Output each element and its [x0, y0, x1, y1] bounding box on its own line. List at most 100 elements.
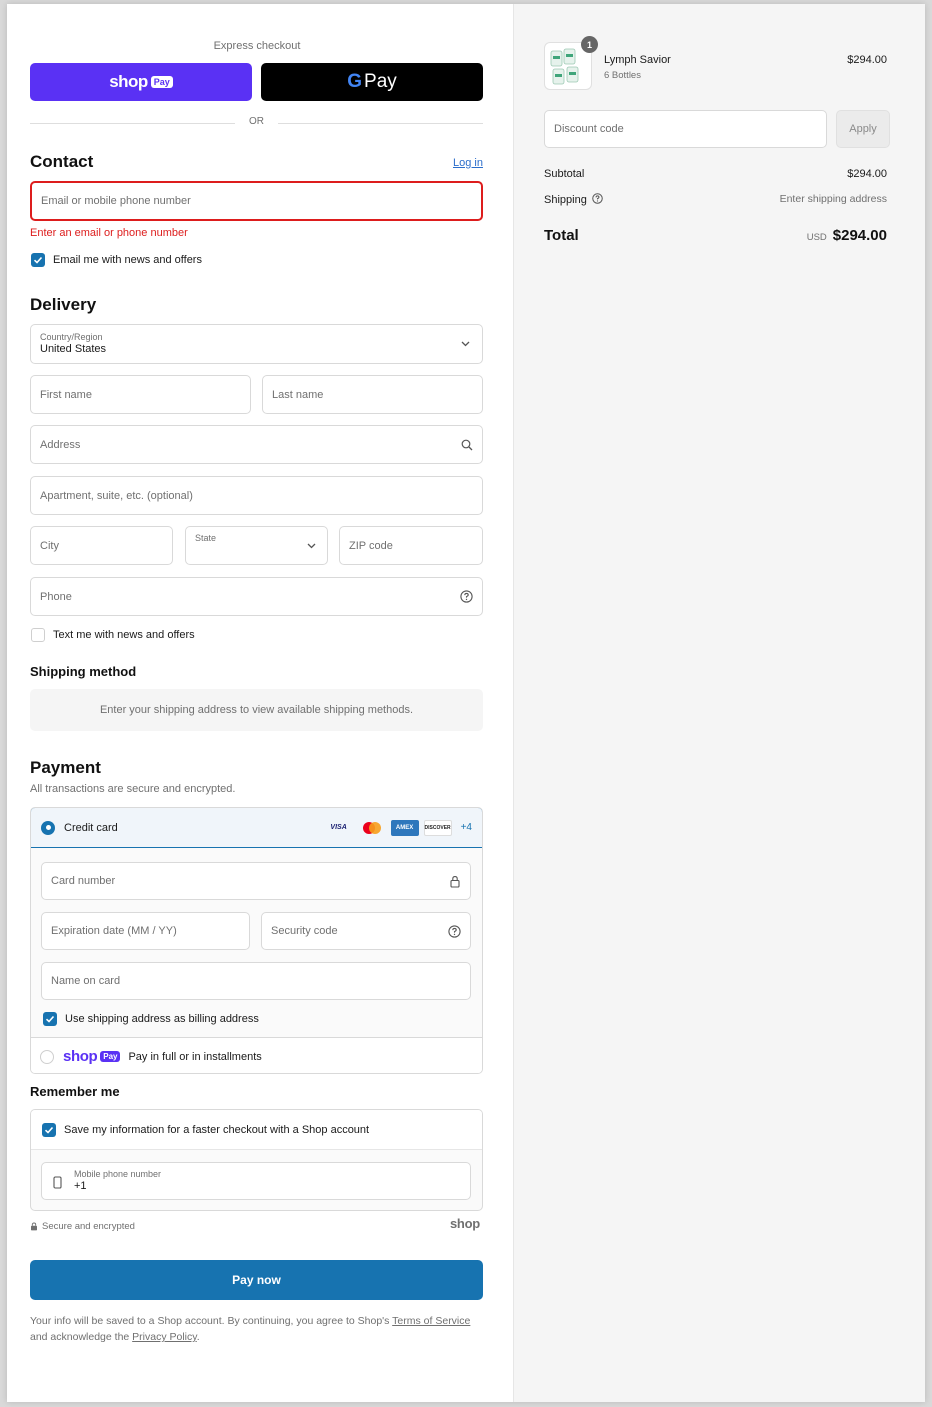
remember-me-heading: Remember me — [30, 1084, 120, 1099]
secure-label: Secure and encrypted — [42, 1221, 135, 1232]
text-offers-row[interactable]: Text me with news and offers — [31, 628, 195, 642]
shipping-row-label: Shipping — [544, 193, 603, 207]
first-name-placeholder: First name — [40, 388, 92, 401]
quantity-badge: 1 — [581, 36, 598, 53]
terms-of-service-link[interactable]: Terms of Service — [392, 1315, 470, 1327]
help-circle-icon[interactable] — [592, 193, 603, 207]
country-label: Country/Region — [40, 332, 103, 342]
checkout-form: Express checkout shop Pay G Pay OR Conta… — [7, 4, 513, 1402]
city-input[interactable]: City — [30, 526, 173, 565]
help-circle-icon[interactable] — [448, 924, 461, 938]
last-name-input[interactable]: Last name — [262, 375, 483, 414]
express-checkout-title: Express checkout — [213, 40, 301, 52]
shipping-label: Shipping — [544, 194, 587, 206]
save-info-checkbox[interactable] — [42, 1122, 56, 1137]
apply-discount-button[interactable]: Apply — [836, 110, 890, 148]
shop-pay-pill: Pay — [100, 1051, 121, 1062]
privacy-policy-link[interactable]: Privacy Policy — [132, 1331, 197, 1343]
email-newsletter-label: Email me with news and offers — [53, 254, 202, 266]
discount-code-placeholder: Discount code — [554, 123, 624, 135]
chevron-down-icon — [307, 543, 316, 549]
billing-same-checkbox[interactable] — [43, 1012, 57, 1026]
email-placeholder: Email or mobile phone number — [41, 195, 191, 207]
text-offers-label: Text me with news and offers — [53, 629, 195, 641]
first-name-input[interactable]: First name — [30, 375, 251, 414]
card-brands: VISA AMEX DISCOVER +4 — [325, 819, 472, 836]
billing-same-label: Use shipping address as billing address — [65, 1013, 259, 1025]
remember-me-box: Save my information for a faster checkou… — [30, 1109, 483, 1211]
email-newsletter-row[interactable]: Email me with news and offers — [31, 253, 202, 267]
discount-code-input[interactable]: Discount code — [544, 110, 827, 148]
shop-pay-button[interactable]: shop Pay — [30, 63, 252, 101]
shop-pay-radio[interactable] — [40, 1049, 54, 1064]
credit-card-label: Credit card — [64, 821, 118, 834]
search-icon[interactable] — [461, 439, 473, 451]
checkout-page: Express checkout shop Pay G Pay OR Conta… — [7, 4, 925, 1402]
help-circle-icon[interactable] — [460, 590, 473, 603]
expiration-input[interactable]: Expiration date (MM / YY) — [41, 912, 250, 950]
shop-pay-option[interactable]: shop Pay Pay in full or in installments — [31, 1037, 482, 1073]
security-code-input[interactable]: Security code — [261, 912, 471, 950]
card-number-placeholder: Card number — [51, 875, 116, 887]
credit-card-radio[interactable] — [41, 820, 55, 835]
shop-logo: shop — [450, 1216, 480, 1231]
shipping-value: Enter shipping address — [779, 193, 887, 205]
security-code-placeholder: Security code — [271, 925, 338, 937]
payment-subtitle: All transactions are secure and encrypte… — [30, 783, 236, 795]
card-number-input[interactable]: Card number — [41, 862, 471, 900]
subtotal-value: $294.00 — [847, 168, 887, 180]
more-brands-count: +4 — [460, 822, 472, 833]
mobile-phone-input[interactable]: Mobile phone number +1 — [41, 1162, 471, 1200]
last-name-placeholder: Last name — [272, 388, 324, 401]
lock-icon — [449, 875, 461, 888]
save-info-row[interactable]: Save my information for a faster checkou… — [31, 1110, 482, 1150]
mobile-phone-value: +1 — [74, 1180, 87, 1192]
discover-icon: DISCOVER — [423, 819, 452, 836]
name-on-card-input[interactable]: Name on card — [41, 962, 471, 1000]
contact-heading: Contact — [30, 152, 94, 171]
zip-placeholder: ZIP code — [349, 539, 393, 552]
country-select[interactable]: Country/Region United States — [30, 324, 483, 364]
legal-text: and acknowledge the — [30, 1331, 133, 1343]
email-input[interactable]: Email or mobile phone number — [30, 181, 483, 221]
shipping-method-info: Enter your shipping address to view avai… — [30, 689, 483, 731]
product-name: Lymph Savior — [604, 54, 671, 66]
amex-icon: AMEX — [390, 819, 419, 836]
chevron-down-icon — [461, 341, 470, 347]
payment-heading: Payment — [30, 758, 101, 777]
check-icon — [45, 1015, 55, 1023]
mobile-phone-icon — [53, 1176, 62, 1189]
shop-pay-pill: Pay — [150, 76, 173, 88]
expiration-placeholder: Expiration date (MM / YY) — [51, 925, 177, 937]
address-input[interactable]: Address — [30, 425, 483, 464]
phone-input[interactable]: Phone — [30, 577, 483, 616]
product-variant: 6 Bottles — [604, 70, 641, 81]
lock-icon — [31, 1222, 37, 1231]
legal-text: Your info will be saved to a Shop accoun… — [30, 1315, 393, 1327]
legal-text: . — [196, 1331, 200, 1343]
login-link[interactable]: Log in — [453, 157, 483, 169]
shipping-method-heading: Shipping method — [30, 664, 137, 679]
total-amount: USD $294.00 — [807, 227, 887, 244]
city-placeholder: City — [40, 539, 59, 552]
billing-same-row[interactable]: Use shipping address as billing address — [43, 1012, 259, 1026]
total-value: $294.00 — [832, 227, 887, 244]
mastercard-icon — [358, 820, 386, 836]
mobile-phone-label: Mobile phone number — [74, 1169, 162, 1179]
save-info-label: Save my information for a faster checkou… — [64, 1123, 370, 1136]
credit-card-option[interactable]: Credit card VISA AMEX DISCOVER +4 — [31, 808, 482, 848]
email-newsletter-checkbox[interactable] — [31, 253, 45, 267]
state-select[interactable]: State — [185, 526, 328, 565]
text-offers-checkbox[interactable] — [31, 628, 45, 642]
pay-now-button[interactable]: Pay now — [30, 1260, 483, 1300]
apartment-input[interactable]: Apartment, suite, etc. (optional) — [30, 476, 483, 515]
or-label: OR — [249, 116, 264, 127]
order-summary: 1 Lymph Savior 6 Bottles $294.00 Discoun… — [513, 4, 925, 1402]
zip-input[interactable]: ZIP code — [339, 526, 483, 565]
payment-methods: Credit card VISA AMEX DISCOVER +4 Card n… — [30, 807, 483, 1074]
email-error-message: Enter an email or phone number — [30, 227, 188, 239]
address-placeholder: Address — [40, 438, 81, 451]
google-pay-button[interactable]: G Pay — [261, 63, 483, 101]
shop-wordmark: shop — [63, 1048, 98, 1065]
divider-line-right — [278, 123, 483, 124]
